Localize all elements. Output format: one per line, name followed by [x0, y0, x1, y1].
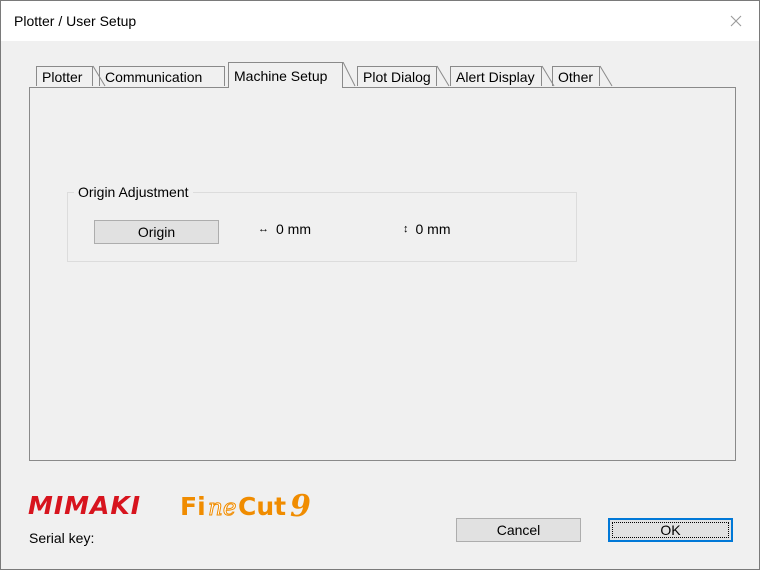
- horizontal-offset: ↔ 0 mm: [258, 221, 311, 237]
- tab-panel-machine-setup: [29, 87, 736, 461]
- tab-plotter[interactable]: Plotter: [36, 66, 93, 86]
- tab-other[interactable]: Other: [552, 66, 600, 86]
- tab-label: Other: [558, 69, 594, 85]
- svg-text:9: 9: [290, 489, 311, 522]
- vertical-arrow-icon: ↕: [403, 223, 409, 235]
- svg-text:ne: ne: [208, 495, 236, 521]
- ok-button[interactable]: OK: [608, 518, 733, 542]
- tab-alert-display[interactable]: Alert Display: [450, 66, 542, 86]
- tab-communication[interactable]: Communication: [99, 66, 225, 86]
- tab-label: Communication: [105, 69, 203, 85]
- focus-rectangle: [612, 522, 729, 538]
- horizontal-arrow-icon: ↔: [258, 223, 269, 235]
- close-button[interactable]: [713, 1, 759, 41]
- vertical-offset-value: 0 mm: [415, 221, 451, 237]
- tab-plot-dialog[interactable]: Plot Dialog: [357, 66, 437, 86]
- mimaki-finecut-logo: MIMAKI Fi ne Cut 9: [28, 488, 348, 525]
- svg-text:MIMAKI: MIMAKI: [28, 491, 141, 520]
- cancel-button[interactable]: Cancel: [456, 518, 581, 542]
- title-bar: Plotter / User Setup: [1, 1, 759, 41]
- horizontal-offset-value: 0 mm: [276, 221, 311, 237]
- origin-button[interactable]: Origin: [94, 220, 219, 244]
- tab-machine-setup[interactable]: Machine Setup: [228, 62, 343, 88]
- tab-label: Machine Setup: [234, 68, 328, 84]
- close-icon: [730, 15, 742, 27]
- svg-text:Fi: Fi: [180, 492, 206, 521]
- logo-graphic: MIMAKI Fi ne Cut 9: [28, 489, 311, 524]
- group-title: Origin Adjustment: [74, 184, 193, 200]
- tab-strip: Plotter Communication Machine Setup Plot…: [29, 62, 749, 88]
- tab-label: Plot Dialog: [363, 69, 431, 85]
- serial-key-label: Serial key:: [29, 530, 95, 546]
- tab-label: Alert Display: [456, 69, 535, 85]
- tab-label: Plotter: [42, 69, 83, 85]
- window-title: Plotter / User Setup: [14, 13, 137, 29]
- svg-text:Cut: Cut: [238, 492, 286, 521]
- vertical-offset: ↕ 0 mm: [403, 221, 451, 237]
